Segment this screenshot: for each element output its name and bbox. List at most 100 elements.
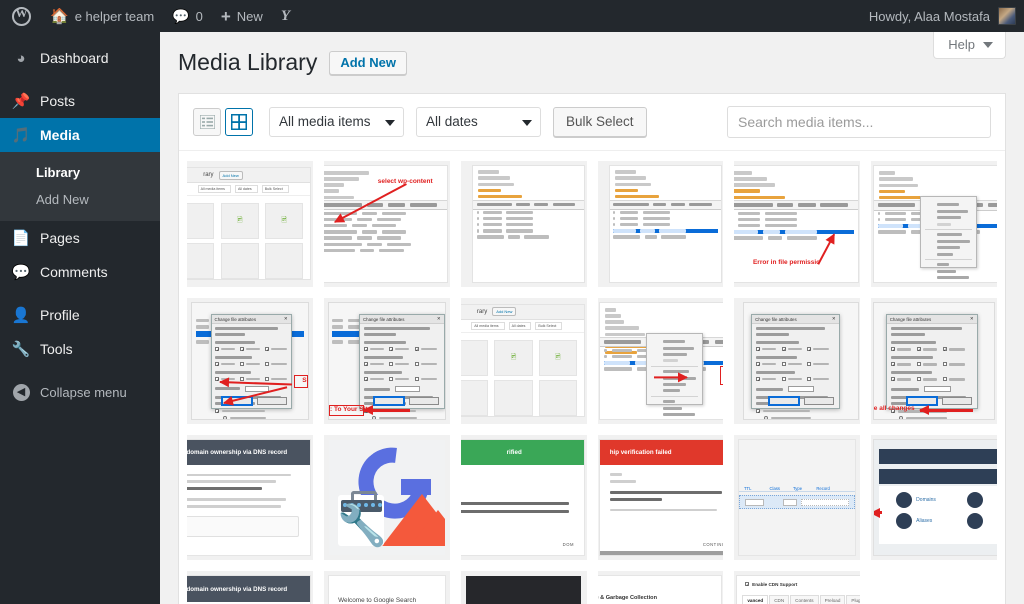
comments-icon: 💬 [11,263,31,281]
close-icon[interactable]: ✕ [970,316,974,322]
media-item[interactable] [460,571,587,604]
content-area: Help Media Library Add New All media ite… [160,32,1024,604]
media-item[interactable]: rary Add New All media items All dates Bulk… [460,297,587,424]
media-item[interactable]: Change file attributes ✕ [187,297,313,424]
media-grid: rary Add New All media items All dates Bulk… [179,151,1005,604]
media-item[interactable]: Domains Aliases [871,434,997,561]
help-tab-button[interactable]: Help [933,32,1006,59]
context-menu-mock-2 [646,332,704,416]
new-content-menu[interactable]: + New [212,0,272,32]
media-item[interactable] [871,160,997,287]
tab-advanced[interactable]: vanced [742,595,769,604]
sidebar-item-profile[interactable]: 👤 Profile [0,298,160,332]
date-filter[interactable]: All dates [416,106,541,137]
thumb-wp-logo-dark [465,576,582,604]
wrench-icon: 🔧 [11,340,31,358]
media-item[interactable]: Welcome to Google Search Console [323,571,450,604]
dns-table-header: TTL Class Type Record [739,485,856,492]
thumb-sel2-b: All dates [508,321,532,330]
dns-table-row [739,495,856,510]
cpanel-content: Domains Aliases [879,485,997,544]
media-item[interactable]: Change file attributes ✕ [871,297,997,424]
wp-logo-menu[interactable] [0,0,41,32]
tab-contents[interactable]: Contents [790,595,819,604]
thumb-file-attributes-dialog-3: Change file attributes ✕ [744,302,858,419]
date-filter-wrap: All dates [416,106,541,137]
sidebar-item-dashboard[interactable]: ◕ Dashboard [0,41,160,75]
thumb-bulk-b: Bulk Select [535,321,563,330]
thumb-dns-record-table: TTL Class Type Record [739,439,856,556]
media-item[interactable]: e & Garbage Collection 1.0 2012-05-18 20… [597,571,724,604]
account-menu[interactable]: Howdy, Alaa Mostafa [869,7,1024,25]
dialog-window: Change file attributes ✕ [358,314,445,419]
media-item[interactable]: rary Add New All media items All dates Bulk… [187,160,313,287]
submenu-item-add-new[interactable]: Add New [0,186,160,213]
media-item[interactable]: Enable CDN Support vanced CDN Contents P… [734,571,861,604]
new-label: New [236,8,263,24]
close-icon[interactable]: ✕ [437,316,441,322]
add-new-button[interactable]: Add New [329,50,407,75]
annotation-box [719,366,724,385]
media-item[interactable]: select wp-content [323,160,450,287]
comments-menu[interactable]: 💬 0 [163,0,212,32]
yoast-seo-menu[interactable]: Y [272,0,298,32]
thumb-title-2: rary [476,308,488,315]
collapse-icon: ◀ [11,383,31,401]
thumb-dns-verify-doc-2: ty domain ownership via DNS record [187,576,311,604]
site-name-label: e helper team [74,8,155,24]
media-item[interactable]: ty domain ownership via DNS record [187,571,313,604]
close-icon[interactable]: ✕ [832,316,836,322]
sidebar-item-posts[interactable]: 📌 Posts [0,84,160,118]
dialog-title-3: Change file attributes [755,316,797,322]
doc-title: ty domain ownership via DNS record [187,448,288,456]
annotation-arrow [918,404,973,417]
media-item[interactable]: Change file attributes ✕ [323,297,450,424]
dialog-window: Change file attributes ✕ [885,314,978,419]
close-icon[interactable]: ✕ [284,316,288,322]
thumb-google-search-console-logo: 🔧 [328,439,445,556]
media-item[interactable] [460,160,587,287]
tab-preload[interactable]: Preload [819,595,846,604]
media-item[interactable]: rified DOM [460,434,587,561]
chevron-down-icon [983,41,993,48]
sidebar-top-gap [0,32,160,41]
sidebar-item-media[interactable]: 🎵 Media [0,118,168,152]
cpanel-item-aliases: Aliases [896,512,932,529]
media-item[interactable] [597,160,724,287]
media-item[interactable]: Change file attributes ✕ [734,297,861,424]
media-item[interactable]: ty domain ownership via DNS record [187,434,313,561]
tab-cdn[interactable]: CDN [769,595,790,604]
cpanel-item-domains: Domains [896,491,936,508]
submenu-item-library[interactable]: Library [0,159,160,186]
media-item[interactable]: TTL Class Type Record [734,434,861,561]
sidebar-item-comments[interactable]: 💬 Comments [0,255,160,289]
search-input[interactable] [727,105,991,138]
thumb-ftp-plain [473,165,584,282]
grid-view-button[interactable] [225,107,253,136]
dns-col-class: Class [769,485,781,491]
thumb-cpanel-accounts: Domains Aliases [873,439,997,556]
sidebar-item-pages[interactable]: 📄 Pages [0,221,160,255]
media-item[interactable]: 🔧 [323,434,450,561]
cdn-tab-strip: vanced CDN Contents Preload Plugins I [737,587,861,604]
thumb-cdn-tabs: Enable CDN Support vanced CDN Contents P… [736,576,861,604]
admin-bar: 🏠 e helper team 💬 0 + New Y Howdy, Alaa … [0,0,1024,32]
dialog-window: Change file attributes ✕ [751,314,840,419]
media-item[interactable]: Error in file permissio [734,160,861,287]
thumb-file-attributes-dialog-2: Change file attributes ✕ ✓ ✓ ✓ ✓ ✓ ✓: T… [328,302,445,419]
mountain-icon-2 [409,510,445,547]
thumb-ftp-error-permission: Error in file permissio [734,165,858,282]
pin-icon: 📌 [11,92,31,110]
tab-plugins[interactable]: Plugins [846,595,861,604]
annotation-arrow [654,375,687,379]
dialog-title-2: Change file attributes [362,316,405,322]
media-item[interactable]: Ap [597,297,724,424]
sidebar-item-collapse[interactable]: ◀ Collapse menu [0,375,160,409]
list-view-button[interactable] [193,107,221,136]
bulk-select-button[interactable]: Bulk Select [553,106,647,137]
sidebar-label-collapse: Collapse menu [40,384,127,400]
sidebar-item-tools[interactable]: 🔧 Tools [0,332,160,366]
media-item[interactable]: hip verification failed CONTINUE [597,434,724,561]
site-name-menu[interactable]: 🏠 e helper team [41,0,163,32]
media-type-filter[interactable]: All media items [269,106,404,137]
